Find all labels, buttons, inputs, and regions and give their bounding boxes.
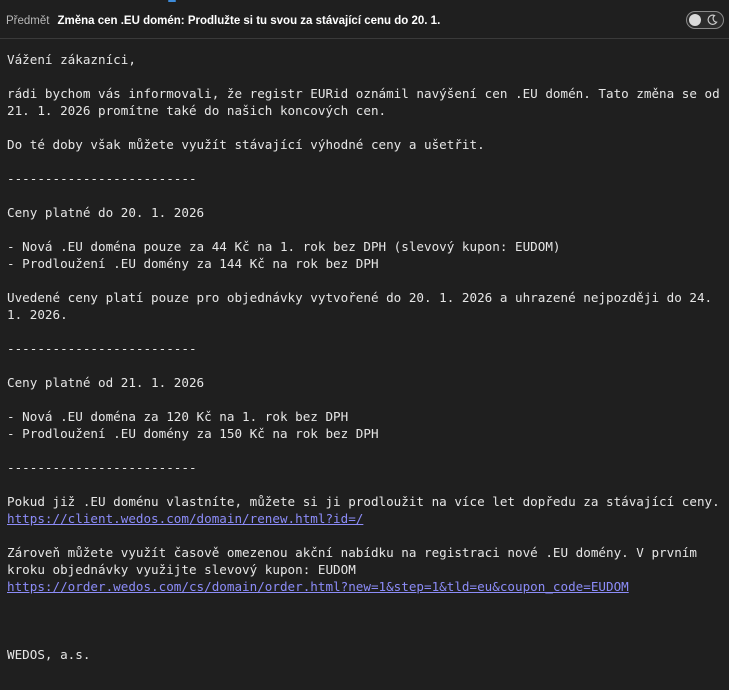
separator-3: ------------------------- xyxy=(7,460,197,475)
current-price-item: - Nová .EU doména pouze za 44 Kč na 1. r… xyxy=(7,239,561,254)
toolbar-indicator xyxy=(168,0,176,2)
greeting: Vážení zákazníci, xyxy=(7,52,136,67)
new-price-item: - Prodloužení .EU domény za 150 Kč na ro… xyxy=(7,426,379,441)
validity-note: Uvedené ceny platí pouze pro objednávky … xyxy=(7,290,720,322)
renew-link[interactable]: https://client.wedos.com/domain/renew.ht… xyxy=(7,511,363,526)
moon-icon xyxy=(707,14,718,25)
current-price-item: - Prodloužení .EU domény za 144 Kč na ro… xyxy=(7,256,379,271)
separator-2: ------------------------- xyxy=(7,341,197,356)
email-viewer-window: Předmět Změna cen .EU domén: Prodlužte s… xyxy=(0,0,729,690)
renew-paragraph: Pokud již .EU doménu vlastníte, můžete s… xyxy=(7,494,720,509)
new-price-item: - Nová .EU doména za 120 Kč na 1. rok be… xyxy=(7,409,349,424)
separator-1: ------------------------- xyxy=(7,171,197,186)
signature: WEDOS, a.s. xyxy=(7,647,91,662)
intro-paragraph: rádi bychom vás informovali, že registr … xyxy=(7,86,728,118)
subject-text: Změna cen .EU domén: Prodlužte si tu svo… xyxy=(57,14,441,27)
toggle-knob xyxy=(689,14,701,26)
order-link[interactable]: https://order.wedos.com/cs/domain/order.… xyxy=(7,579,629,594)
before-paragraph: Do té doby však můžete využít stávající … xyxy=(7,137,485,152)
offer-paragraph: Zároveň můžete využít časově omezenou ak… xyxy=(7,545,705,577)
dark-mode-toggle[interactable] xyxy=(686,11,724,29)
new-prices-heading: Ceny platné od 21. 1. 2026 xyxy=(7,375,205,390)
email-body: Vážení zákazníci, rádi bychom vás inform… xyxy=(7,51,727,663)
subject-bar: Předmět Změna cen .EU domén: Prodlužte s… xyxy=(0,3,729,39)
current-prices-heading: Ceny platné do 20. 1. 2026 xyxy=(7,205,205,220)
subject-label: Předmět xyxy=(6,14,50,27)
